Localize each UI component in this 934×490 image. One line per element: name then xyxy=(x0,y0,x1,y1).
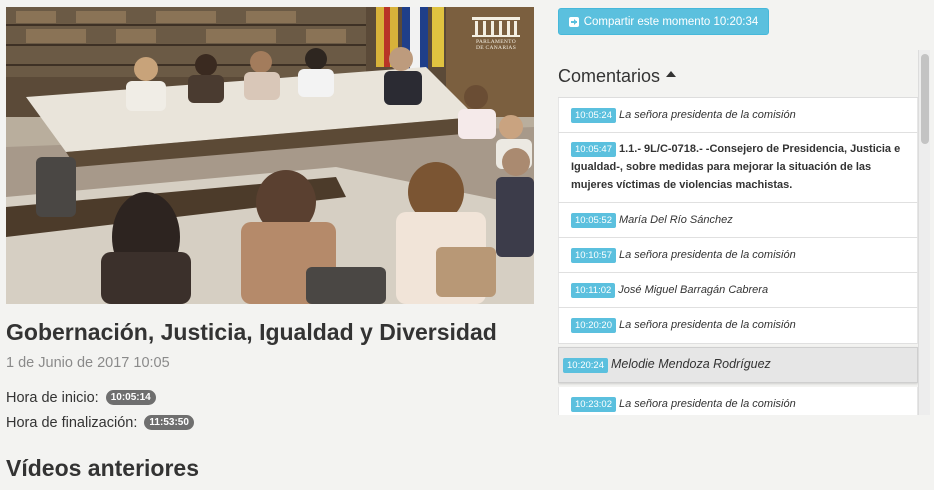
comment-item[interactable]: 10:05:52 María Del Río Sánchez xyxy=(558,203,918,238)
comment-item[interactable]: 10:20:20 La señora presidenta de la comis… xyxy=(558,308,918,344)
previous-videos-heading: Vídeos anteriores xyxy=(6,455,200,481)
end-time-label: Hora de finalización: xyxy=(6,415,138,431)
start-time-label: Hora de inicio: xyxy=(6,390,99,406)
comment-timestamp[interactable]: 10:11:02 xyxy=(571,283,616,298)
video-frame-image xyxy=(6,7,534,304)
session-title: Gobernación, Justicia, Igualdad y Divers… xyxy=(6,319,497,345)
caret-up-icon xyxy=(666,70,677,77)
session-date: 1 de Junio de 2017 10:05 xyxy=(6,355,170,371)
logo-text-line2: de Canarias xyxy=(475,45,517,51)
end-time-row: Hora de finalización: 11:53:50 xyxy=(6,415,194,431)
share-moment-label: Compartir este momento 10:20:34 xyxy=(583,15,759,28)
comment-text: La señora presidenta de la comisión xyxy=(618,249,796,261)
comment-item[interactable]: 10:10:57 La señora presidenta de la comis… xyxy=(558,238,918,273)
comment-timestamp[interactable]: 10:20:24 xyxy=(563,358,608,373)
comment-text: María Del Río Sánchez xyxy=(618,214,733,226)
start-time-row: Hora de inicio: 10:05:14 xyxy=(6,390,156,406)
comment-text: La señora presidenta de la comisión xyxy=(618,319,796,331)
comment-timestamp[interactable]: 10:10:57 xyxy=(571,248,616,263)
comment-item[interactable]: 10:05:24 La señora presidenta de la comis… xyxy=(558,98,918,133)
comments-heading-label: Comentarios xyxy=(558,66,661,86)
comment-item[interactable]: 10:23:02 La señora presidenta de la comis… xyxy=(558,387,918,415)
comment-timestamp[interactable]: 10:05:52 xyxy=(571,213,616,228)
comment-timestamp[interactable]: 10:05:24 xyxy=(571,108,616,123)
comments-scrollbar[interactable] xyxy=(918,50,930,415)
comments-list[interactable]: 10:05:24 La señora presidenta de la comis… xyxy=(558,97,918,415)
share-square-icon xyxy=(568,16,579,27)
comment-text: José Miguel Barragán Cabrera xyxy=(618,284,769,296)
comment-text: 1.1.- 9L/C-0718.- -Consejero de Presiden… xyxy=(571,143,901,191)
end-time-badge: 11:53:50 xyxy=(144,415,194,430)
parliament-logo: Parlamento de Canarias xyxy=(466,17,526,51)
comment-text: La señora presidenta de la comisión xyxy=(618,398,796,410)
comment-item[interactable]: 10:11:02 José Miguel Barragán Cabrera xyxy=(558,273,918,308)
start-time-badge: 10:05:14 xyxy=(105,390,156,405)
scrollbar-thumb[interactable] xyxy=(921,54,929,144)
comment-timestamp[interactable]: 10:05:47 xyxy=(571,142,616,157)
comment-text: Melodie Mendoza Rodríguez xyxy=(610,357,771,371)
video-player[interactable]: Parlamento de Canarias xyxy=(6,7,534,304)
comment-text: La señora presidenta de la comisión xyxy=(618,109,796,121)
comment-item[interactable]: 10:05:47 1.1.- 9L/C-0718.- -Consejero de … xyxy=(558,133,918,203)
comment-item-active[interactable]: 10:20:24 Melodie Mendoza Rodríguez xyxy=(558,347,918,383)
comment-timestamp[interactable]: 10:20:20 xyxy=(571,318,616,333)
comment-timestamp[interactable]: 10:23:02 xyxy=(571,397,616,412)
parliament-logo-icon xyxy=(472,17,520,37)
comments-toggle[interactable]: Comentarios xyxy=(558,66,677,87)
share-moment-button[interactable]: Compartir este momento 10:20:34 xyxy=(558,8,769,35)
